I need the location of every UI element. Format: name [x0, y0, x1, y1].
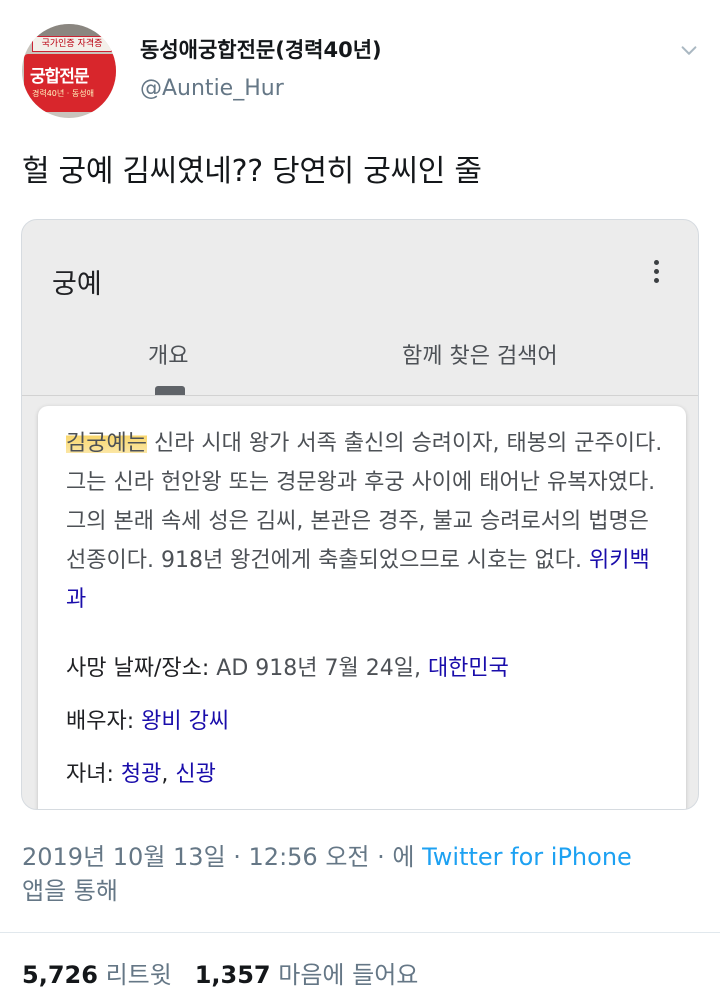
- highlighted-name: 김궁예는: [66, 431, 147, 456]
- fact-spouse: 배우자: 왕비 강씨: [66, 703, 229, 735]
- tab-divider: [22, 395, 698, 396]
- avatar-sign: 궁합전문 경력40년 · 동성애: [24, 54, 116, 112]
- stats-divider: [0, 932, 720, 933]
- tweet-header: 국가인증 자격증 궁합전문 경력40년 · 동성애 동성애궁합전문(경력40년)…: [22, 18, 702, 118]
- fact-child-link-1: 청광: [120, 762, 162, 787]
- knowledge-panel-title: 궁예: [52, 269, 102, 300]
- tab-overview: 개요: [148, 344, 189, 369]
- display-name[interactable]: 동성애궁합전문(경력40년): [140, 34, 382, 64]
- overview-panel: 김궁예는 신라 시대 왕가 서족 출신의 승려이자, 태봉의 군주이다. 그는 …: [38, 406, 686, 809]
- google-knowledge-panel-screenshot[interactable]: 궁예 개요 함께 찾은 검색어 김궁예는 신라 시대 왕가 서족 출신의 승려이…: [21, 219, 699, 810]
- fact-spouse-link: 왕비 강씨: [141, 709, 230, 734]
- tweet-timestamp[interactable]: 2019년 10월 13일 · 12:56 오전 · 에: [22, 843, 422, 871]
- avatar-sign-text: 궁합전문: [30, 67, 90, 87]
- avatar[interactable]: 국가인증 자격증 궁합전문 경력40년 · 동성애: [22, 24, 116, 118]
- retweet-count[interactable]: 5,726: [22, 961, 98, 989]
- fact-death-label: 사망 날짜/장소:: [66, 656, 217, 681]
- tweet-source-link[interactable]: Twitter for iPhone: [422, 843, 632, 871]
- like-count[interactable]: 1,357: [195, 961, 271, 989]
- fact-child-link-2: 신광: [175, 762, 216, 787]
- avatar-sign-subtext: 경력40년 · 동성애: [32, 89, 94, 98]
- tab-related-searches: 함께 찾은 검색어: [402, 344, 558, 369]
- fact-spouse-label: 배우자:: [66, 709, 142, 734]
- fact-children: 자녀: 청광, 신광: [66, 756, 216, 788]
- description-body: 신라 시대 왕가 서족 출신의 승려이자, 태봉의 군주이다. 그는 신라 헌안…: [66, 431, 663, 573]
- retweet-label[interactable]: 리트윗: [106, 961, 172, 989]
- chevron-down-icon[interactable]: [678, 40, 700, 62]
- user-handle[interactable]: @Auntie_Hur: [140, 76, 284, 101]
- description: 김궁예는 신라 시대 왕가 서족 출신의 승려이자, 태봉의 군주이다. 그는 …: [66, 424, 666, 619]
- tweet-meta: 2019년 10월 13일 · 12:56 오전 · 에 Twitter for…: [22, 840, 682, 908]
- fact-death-value: AD 918년 7월 24일,: [216, 656, 428, 681]
- fact-death-place-link: 대한민국: [427, 656, 509, 681]
- fact-children-label: 자녀:: [66, 762, 121, 787]
- fact-death: 사망 날짜/장소: AD 918년 7월 24일, 대한민국: [66, 650, 509, 682]
- avatar-sign-top: 국가인증 자격증: [32, 36, 112, 52]
- fact-children-separator: ,: [161, 762, 176, 787]
- tweet-source-suffix: 앱을 통해: [22, 877, 118, 905]
- more-vertical-icon: [652, 260, 660, 288]
- tweet-text: 헐 궁예 김씨였네?? 당연히 궁씨인 줄: [22, 154, 482, 189]
- like-label[interactable]: 마음에 들어요: [278, 961, 418, 989]
- tweet-stats: 5,726 리트윗 1,357 마음에 들어요: [22, 955, 418, 990]
